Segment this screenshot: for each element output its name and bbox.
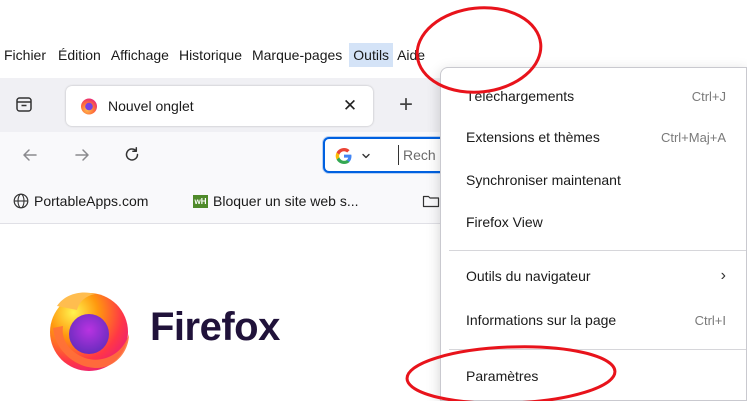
tab-list-icon [16, 97, 32, 112]
menu-item-label: Outils du navigateur [466, 268, 591, 284]
menu-item-label: Extensions et thèmes [466, 129, 600, 145]
menu-item-shortcut: Ctrl+J [691, 88, 726, 104]
url-bar-caret [398, 145, 399, 165]
firefox-wordmark: Firefox [150, 305, 280, 349]
menu-fichier[interactable]: Fichier [0, 43, 50, 67]
arrow-right-icon [75, 149, 89, 161]
firefox-logo-icon [50, 292, 129, 371]
menu-item-informations-page[interactable]: Informations sur la page Ctrl+I [441, 301, 746, 339]
bookmark-label: Bloquer un site web s... [213, 193, 359, 209]
menu-aide[interactable]: Aide [393, 43, 429, 67]
menu-historique[interactable]: Historique [175, 43, 246, 67]
menu-item-label: Informations sur la page [466, 312, 617, 328]
chevron-right-icon: › [720, 267, 726, 284]
firefox-favicon-icon [81, 98, 97, 115]
back-button[interactable] [18, 143, 42, 167]
menu-item-label: Téléchargements [466, 88, 575, 104]
menu-marque-pages[interactable]: Marque-pages [248, 43, 346, 67]
menu-item-label: Firefox View [466, 214, 543, 230]
bookmark-portableapps[interactable]: PortableApps.com [13, 190, 148, 212]
menu-separator [449, 250, 746, 251]
menu-item-synchroniser[interactable]: Synchroniser maintenant [441, 161, 746, 199]
globe-icon [13, 193, 29, 209]
search-engine-selector[interactable] [335, 147, 371, 165]
bookmark-label: PortableApps.com [34, 193, 149, 209]
wh-icon: wH [193, 194, 208, 208]
menu-affichage[interactable]: Affichage [107, 43, 173, 67]
menu-separator [449, 349, 746, 350]
menu-item-parametres[interactable]: Paramètres [441, 357, 746, 395]
bookmark-folder[interactable] [422, 190, 440, 212]
menu-item-label: Synchroniser maintenant [466, 172, 621, 188]
reload-icon [125, 147, 139, 161]
menu-item-firefox-view[interactable]: Firefox View [441, 203, 746, 241]
menu-bar-items: Fichier Édition Affichage Historique Mar… [0, 43, 429, 67]
menu-item-shortcut: Ctrl+I [694, 312, 726, 328]
reload-button[interactable] [120, 143, 144, 167]
bookmark-bloquer-site[interactable]: wH Bloquer un site web s... [193, 190, 359, 212]
folder-icon [422, 195, 440, 208]
menu-item-shortcut: Ctrl+Maj+A [660, 129, 726, 145]
menu-item-extensions-themes[interactable]: Extensions et thèmes Ctrl+Maj+A [441, 118, 746, 156]
forward-button[interactable] [70, 143, 94, 167]
outils-dropdown-menu: Téléchargements Ctrl+J Extensions et thè… [440, 67, 747, 401]
tab-list-button[interactable] [11, 91, 37, 117]
menu-item-telechargements[interactable]: Téléchargements Ctrl+J [441, 77, 746, 115]
menu-item-outils-navigateur[interactable]: Outils du navigateur › [441, 257, 746, 295]
close-tab-icon[interactable]: ✕ [339, 95, 361, 117]
arrow-left-icon [23, 149, 37, 161]
menu-item-label: Paramètres [466, 368, 539, 384]
new-tab-button[interactable]: + [393, 93, 419, 119]
menu-outils[interactable]: Outils [349, 43, 394, 67]
menu-edition[interactable]: Édition [54, 43, 105, 67]
tab-nouvel-onglet[interactable]: Nouvel onglet ✕ [66, 86, 373, 126]
tab-title: Nouvel onglet [108, 98, 194, 114]
google-icon [335, 148, 352, 164]
chevron-down-icon [362, 153, 370, 159]
